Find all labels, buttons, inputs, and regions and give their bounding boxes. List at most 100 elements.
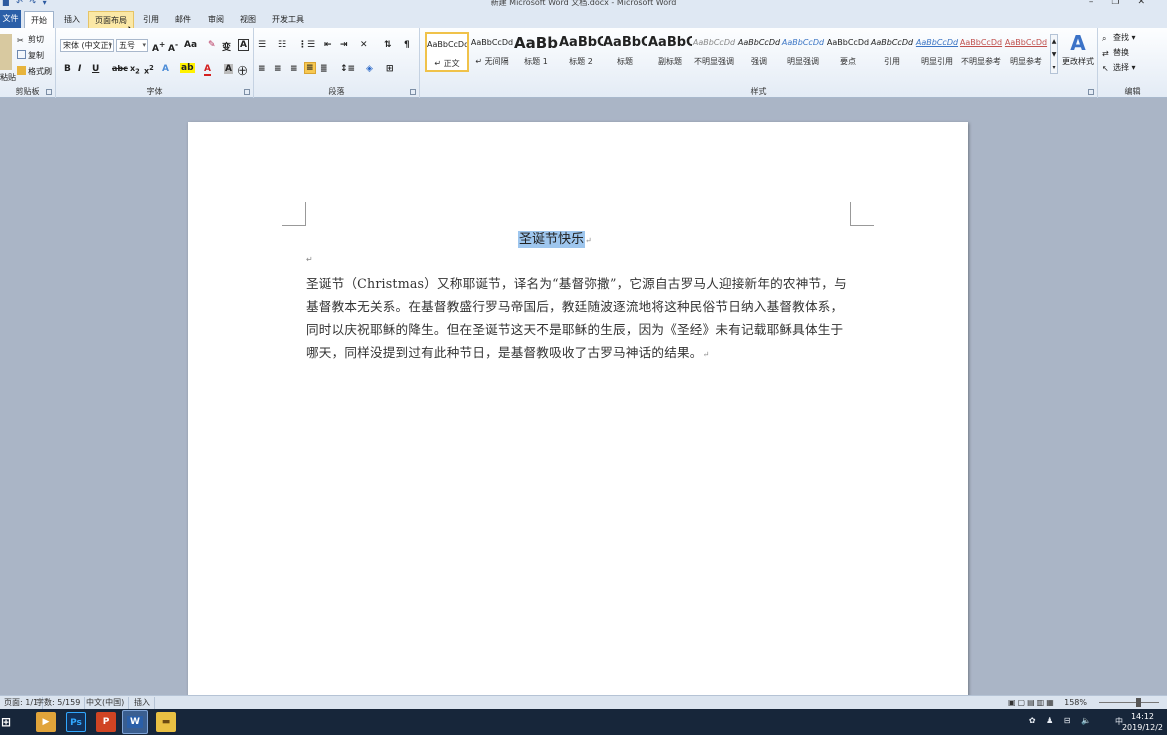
bullets-icon[interactable]: ☰: [258, 40, 266, 50]
document-area[interactable]: 圣诞节快乐↵ ↵ 圣诞节（Christmas）又称耶诞节，译名为“基督弥撒”，它…: [0, 98, 1167, 702]
document-body[interactable]: 圣诞节（Christmas）又称耶诞节，译名为“基督弥撒”，它源自古罗马人迎接新…: [306, 272, 854, 366]
grow-font-icon[interactable]: A+: [152, 40, 165, 54]
font-launcher-icon[interactable]: [244, 89, 250, 95]
increase-indent-icon[interactable]: ⇥: [340, 40, 348, 50]
zoom-slider[interactable]: [1099, 702, 1159, 703]
photoshop-icon[interactable]: Ps: [66, 712, 86, 732]
distributed-icon[interactable]: ≣: [320, 64, 328, 74]
multilevel-list-icon[interactable]: ⋮☰: [298, 40, 315, 50]
style-subtle-reference[interactable]: AaBbCcDd 不明显参考: [959, 32, 1003, 72]
language-indicator[interactable]: 中文(中国): [82, 697, 130, 709]
line-spacing-icon[interactable]: ↕≡: [340, 64, 355, 74]
align-left-icon[interactable]: ≡: [258, 64, 266, 74]
tab-developer[interactable]: 开发工具: [266, 11, 310, 28]
subscript-icon[interactable]: x2: [130, 64, 140, 76]
bold-icon[interactable]: B: [64, 64, 71, 74]
file-explorer-icon[interactable]: ▬: [156, 712, 176, 732]
insert-mode[interactable]: 插入: [130, 697, 155, 709]
justify-icon[interactable]: ≡: [304, 62, 316, 74]
style-name: 要点: [840, 57, 856, 66]
show-marks-icon[interactable]: ¶: [404, 40, 410, 50]
clock[interactable]: 14:12 2019/12/2: [1122, 711, 1163, 733]
clear-format-icon[interactable]: ✎: [208, 40, 216, 50]
style-quote[interactable]: AaBbCcDd 引用: [870, 32, 914, 72]
restore-button[interactable]: ❐: [1111, 0, 1137, 7]
tab-view[interactable]: 视图: [234, 11, 262, 28]
numbering-icon[interactable]: ☷: [278, 40, 286, 50]
selected-text[interactable]: 圣诞节快乐: [518, 231, 586, 248]
text-effects-icon[interactable]: A: [162, 64, 169, 74]
style-heading-2[interactable]: AaBbC 标题 2: [559, 32, 603, 72]
tab-file[interactable]: 文件: [0, 10, 21, 28]
font-name-select[interactable]: 宋体 (中文正): [60, 39, 114, 52]
style-no-spacing[interactable]: AaBbCcDd ↵ 无间隔: [470, 32, 514, 72]
style-normal[interactable]: AaBbCcDd ↵ 正文: [425, 32, 469, 72]
align-center-icon[interactable]: ≡: [274, 64, 282, 74]
align-right-icon[interactable]: ≡: [290, 64, 298, 74]
cut-button[interactable]: ✂ 剪切: [17, 34, 44, 45]
enclose-char-icon[interactable]: ㊉: [238, 64, 247, 77]
style-subtitle[interactable]: AaBbC 副标题: [648, 32, 692, 72]
style-title[interactable]: AaBbC 标题: [603, 32, 647, 72]
copy-button[interactable]: 复制: [17, 50, 44, 61]
media-player-icon[interactable]: ▶: [36, 712, 56, 732]
word-icon[interactable]: W: [122, 710, 148, 734]
tab-insert[interactable]: 插入: [58, 11, 86, 28]
style-intense-reference[interactable]: AaBbCcDd 明显参考: [1004, 32, 1048, 72]
styles-scroll[interactable]: ▲ ▼ ▾: [1050, 34, 1058, 74]
chinese-layout-icon[interactable]: ✕: [360, 40, 368, 50]
body-text[interactable]: 圣诞节（Christmas）又称耶诞节，译名为“基督弥撒”，它源自古罗马人迎接新…: [306, 276, 847, 360]
phonetic-guide-icon[interactable]: 变: [222, 40, 231, 53]
tab-home[interactable]: 开始: [24, 11, 54, 28]
scissors-icon: ✂: [17, 36, 24, 45]
format-painter-button[interactable]: 格式刷: [17, 66, 52, 77]
window-title: 新建 Microsoft Word 文档.docx - Microsoft Wo…: [490, 0, 677, 7]
change-case-icon[interactable]: Aa: [184, 40, 197, 50]
tab-references[interactable]: 引用: [138, 11, 164, 28]
window-controls[interactable]: –❐✕: [1089, 0, 1163, 7]
document-page[interactable]: 圣诞节快乐↵ ↵ 圣诞节（Christmas）又称耶诞节，译名为“基督弥撒”，它…: [188, 122, 968, 702]
shrink-font-icon[interactable]: A-: [168, 40, 178, 54]
font-size-select[interactable]: 五号: [116, 39, 148, 52]
find-button[interactable]: ⌕ 查找 ▾: [1102, 32, 1136, 43]
font-color-icon[interactable]: A: [204, 64, 211, 76]
highlight-icon[interactable]: ab: [180, 63, 195, 73]
superscript-icon[interactable]: x2: [144, 64, 154, 76]
zoom-slider-thumb[interactable]: [1136, 698, 1141, 707]
replace-button[interactable]: ⇄ 替换: [1102, 47, 1129, 58]
document-heading[interactable]: 圣诞节快乐↵: [518, 228, 592, 248]
char-shading-icon[interactable]: A: [224, 64, 233, 74]
clipboard-launcher-icon[interactable]: [46, 89, 52, 95]
zoom-level[interactable]: 158%: [1064, 697, 1087, 709]
decrease-indent-icon[interactable]: ⇤: [324, 40, 332, 50]
style-subtle-emphasis[interactable]: AaBbCcDd 不明显强调: [692, 32, 736, 72]
tab-mailings[interactable]: 邮件: [170, 11, 196, 28]
powerpoint-icon[interactable]: P: [96, 712, 116, 732]
style-name: ↵ 无间隔: [475, 57, 509, 66]
style-intense-emphasis[interactable]: AaBbCcDd 明显强调: [781, 32, 825, 72]
style-emphasis[interactable]: AaBbCcDd 强调: [737, 32, 781, 72]
windows-start-icon[interactable]: ⊞: [0, 712, 16, 732]
sort-icon[interactable]: ⇅: [384, 40, 392, 50]
strikethrough-icon[interactable]: abc: [112, 64, 128, 73]
paste-icon[interactable]: [0, 34, 12, 70]
style-intense-quote[interactable]: AaBbCcDd 明显引用: [915, 32, 959, 72]
close-button[interactable]: ✕: [1137, 0, 1163, 7]
borders-icon[interactable]: ⊞: [386, 64, 394, 74]
view-buttons[interactable]: ▣▢▤▥▦: [1004, 697, 1060, 709]
select-button[interactable]: ↖ 选择 ▾: [1102, 62, 1136, 73]
style-heading-1[interactable]: AaBb 标题 1: [514, 32, 558, 72]
style-strong[interactable]: AaBbCcDd 要点: [826, 32, 870, 72]
paragraph-launcher-icon[interactable]: [410, 89, 416, 95]
styles-launcher-icon[interactable]: [1088, 89, 1094, 95]
underline-icon[interactable]: U: [92, 64, 99, 74]
paste-button[interactable]: 粘贴: [0, 72, 16, 83]
char-border-icon[interactable]: A: [238, 39, 249, 51]
italic-icon[interactable]: I: [78, 64, 81, 74]
word-count[interactable]: 字数: 5/159: [32, 697, 86, 709]
tab-review[interactable]: 审阅: [202, 11, 230, 28]
shading-icon[interactable]: ◈: [366, 64, 373, 74]
minimize-button[interactable]: –: [1089, 0, 1112, 7]
tray-icons[interactable]: ✿ ♟ ⊟ 🔈: [1029, 716, 1095, 725]
change-styles-button[interactable]: A 更改样式: [1062, 30, 1094, 67]
